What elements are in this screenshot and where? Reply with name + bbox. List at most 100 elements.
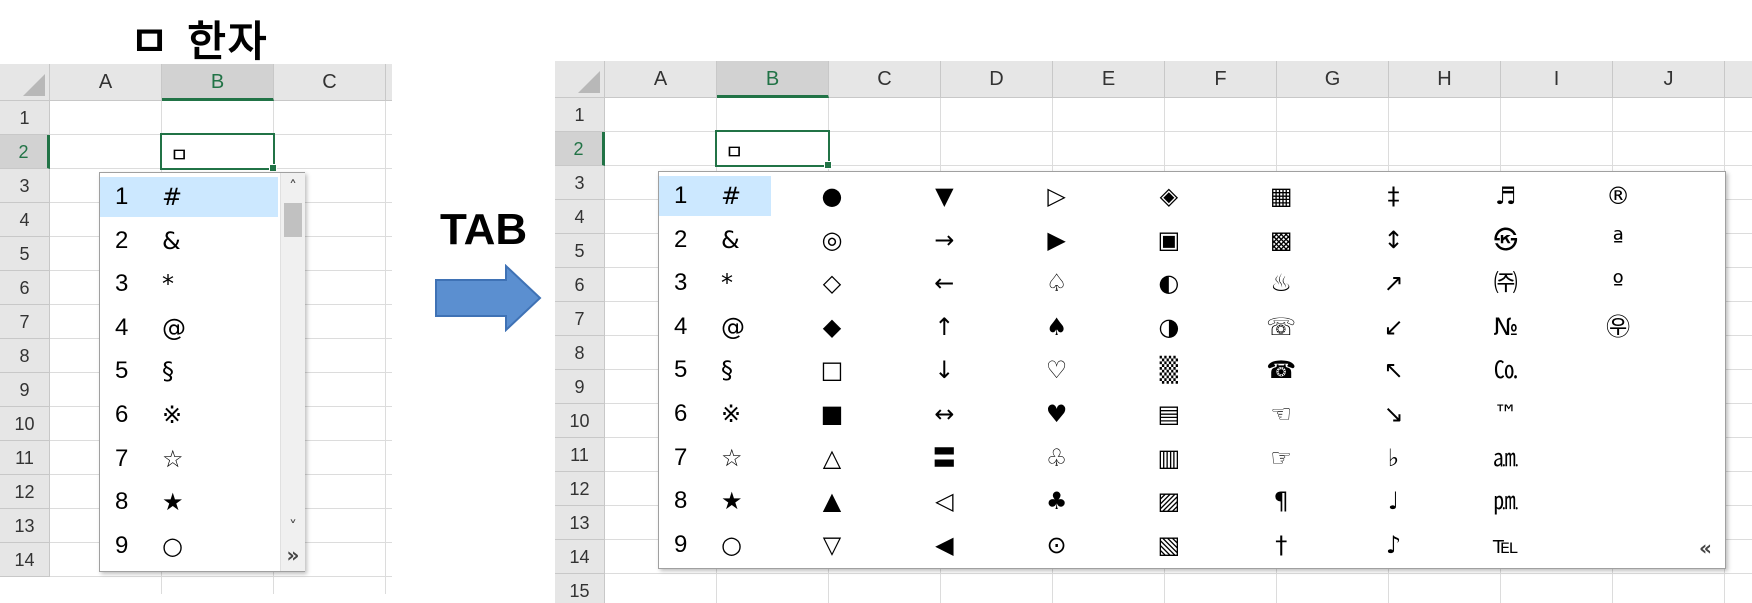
candidate-grid-symbol[interactable]: ♠ — [1037, 307, 1077, 347]
candidate-item[interactable]: 2 & — [659, 220, 771, 260]
candidate-grid-symbol[interactable]: ¶ — [1261, 481, 1301, 521]
candidate-item[interactable]: 7 ☆ — [659, 438, 771, 478]
row-header-9[interactable]: 9 — [555, 370, 605, 404]
candidate-grid-symbol[interactable]: ㏂ — [1486, 438, 1526, 478]
candidate-grid-symbol[interactable]: ☏ — [1261, 307, 1301, 347]
candidate-grid-symbol[interactable]: ↕ — [1374, 220, 1414, 260]
candidate-grid-symbol[interactable]: ™ — [1486, 394, 1526, 434]
select-all-corner[interactable] — [0, 64, 50, 101]
candidate-item[interactable]: 7 ☆ — [100, 439, 278, 479]
candidate-grid-symbol[interactable]: ◇ — [812, 263, 852, 303]
candidate-item[interactable]: 5 § — [659, 350, 771, 390]
candidate-grid-symbol[interactable]: ↗ — [1374, 263, 1414, 303]
candidate-grid-symbol[interactable]: ↔ — [924, 394, 964, 434]
candidate-grid-symbol[interactable]: ▥ — [1149, 438, 1189, 478]
row-header-6[interactable]: 6 — [0, 271, 50, 305]
candidate-item[interactable]: 5 § — [100, 351, 278, 391]
column-header-partial[interactable] — [1725, 61, 1752, 98]
candidate-item[interactable]: 3 * — [659, 263, 771, 303]
candidate-grid-symbol[interactable]: → — [924, 220, 964, 260]
candidate-grid-symbol[interactable]: ▩ — [1261, 220, 1301, 260]
fill-handle[interactable] — [269, 164, 277, 172]
candidate-grid-symbol[interactable]: 〓 — [924, 438, 964, 478]
candidate-grid-symbol[interactable]: ♣ — [1037, 481, 1077, 521]
column-header-g[interactable]: G — [1277, 61, 1389, 98]
row-header-1[interactable]: 1 — [555, 98, 605, 132]
candidate-grid-symbol[interactable]: ㉾ — [1598, 307, 1638, 347]
candidate-scrollbar[interactable]: ˄ ˅ » — [280, 173, 305, 571]
column-header-b[interactable]: B — [162, 64, 274, 101]
row-header-14[interactable]: 14 — [0, 543, 50, 577]
column-header-partial[interactable] — [386, 64, 392, 101]
column-header-e[interactable]: E — [1053, 61, 1165, 98]
candidate-grid-symbol[interactable]: ℡ — [1486, 525, 1526, 565]
candidate-grid-symbol[interactable]: ▤ — [1149, 394, 1189, 434]
candidate-grid-symbol[interactable]: ◐ — [1149, 263, 1189, 303]
scroll-thumb[interactable] — [284, 203, 302, 237]
row-header-13[interactable]: 13 — [0, 509, 50, 543]
candidate-grid-symbol[interactable]: ▦ — [1261, 176, 1301, 216]
candidate-grid-symbol[interactable]: ♥ — [1037, 394, 1077, 434]
candidate-item[interactable]: 6 ※ — [659, 394, 771, 434]
row-header-2[interactable]: 2 — [0, 135, 50, 169]
candidate-item[interactable]: 1 # — [659, 176, 771, 216]
scroll-up-icon[interactable]: ˄ — [281, 175, 305, 199]
column-header-i[interactable]: I — [1501, 61, 1613, 98]
candidate-grid-symbol[interactable]: ↓ — [924, 350, 964, 390]
candidate-grid-symbol[interactable]: ▷ — [1037, 176, 1077, 216]
row-header-9[interactable]: 9 — [0, 373, 50, 407]
row-header-4[interactable]: 4 — [555, 200, 605, 234]
candidate-item[interactable]: 8 ★ — [100, 482, 278, 522]
candidate-grid-symbol[interactable]: ☞ — [1261, 438, 1301, 478]
candidate-grid-symbol[interactable]: ◈ — [1149, 176, 1189, 216]
candidate-grid-symbol[interactable]: ↘ — [1374, 394, 1414, 434]
candidate-grid-symbol[interactable]: ☎ — [1261, 350, 1301, 390]
candidate-grid-symbol[interactable]: ♡ — [1037, 350, 1077, 390]
row-header-8[interactable]: 8 — [0, 339, 50, 373]
column-header-a[interactable]: A — [50, 64, 162, 101]
row-header-2[interactable]: 2 — [555, 132, 605, 166]
row-header-4[interactable]: 4 — [0, 203, 50, 237]
candidate-grid-symbol[interactable]: ㈜ — [1486, 263, 1526, 303]
candidate-grid-symbol[interactable]: ← — [924, 263, 964, 303]
candidate-grid-symbol[interactable]: ⊙ — [1037, 525, 1077, 565]
candidate-grid-symbol[interactable]: ▧ — [1149, 525, 1189, 565]
candidate-item[interactable]: 3 * — [100, 264, 278, 304]
row-header-1[interactable]: 1 — [0, 101, 50, 135]
column-header-a[interactable]: A — [605, 61, 717, 98]
candidate-grid-symbol[interactable]: ▒ — [1149, 350, 1189, 390]
candidate-grid-symbol[interactable]: † — [1261, 525, 1301, 565]
candidate-grid-symbol[interactable]: ▣ — [1149, 220, 1189, 260]
candidate-item[interactable]: 6 ※ — [100, 395, 278, 435]
candidate-grid-symbol[interactable]: □ — [812, 350, 852, 390]
candidate-grid-symbol[interactable]: ㏇ — [1486, 350, 1526, 390]
row-header-12[interactable]: 12 — [0, 475, 50, 509]
column-header-h[interactable]: H — [1389, 61, 1501, 98]
candidate-grid-symbol[interactable]: ♩ — [1374, 481, 1414, 521]
candidate-item[interactable]: 4 @ — [100, 308, 278, 348]
candidate-grid-symbol[interactable]: ▨ — [1149, 481, 1189, 521]
candidate-item[interactable]: 9 ○ — [659, 525, 771, 565]
row-header-3[interactable]: 3 — [0, 169, 50, 203]
candidate-grid-symbol[interactable]: ▶ — [1037, 220, 1077, 260]
candidate-grid-symbol[interactable]: ↙ — [1374, 307, 1414, 347]
candidate-item[interactable]: 2 & — [100, 221, 278, 261]
candidate-grid-symbol[interactable]: ↖ — [1374, 350, 1414, 390]
candidate-grid-symbol[interactable]: ♧ — [1037, 438, 1077, 478]
column-header-c[interactable]: C — [274, 64, 386, 101]
candidate-grid-symbol[interactable]: ■ — [812, 394, 852, 434]
candidate-grid-symbol[interactable]: º — [1598, 263, 1638, 303]
column-header-b[interactable]: B — [717, 61, 829, 98]
column-header-f[interactable]: F — [1165, 61, 1277, 98]
candidate-grid-symbol[interactable]: ↑ — [924, 307, 964, 347]
candidate-grid-symbol[interactable]: ㏘ — [1486, 481, 1526, 521]
column-header-d[interactable]: D — [941, 61, 1053, 98]
candidate-grid-symbol[interactable]: ♨ — [1261, 263, 1301, 303]
row-header-7[interactable]: 7 — [555, 302, 605, 336]
candidate-grid-symbol[interactable]: ▽ — [812, 525, 852, 565]
candidate-grid-symbol[interactable]: ® — [1598, 176, 1638, 216]
expand-icon[interactable]: » — [281, 543, 305, 567]
row-header-8[interactable]: 8 — [555, 336, 605, 370]
row-header-11[interactable]: 11 — [0, 441, 50, 475]
candidate-grid-symbol[interactable]: ª — [1598, 220, 1638, 260]
